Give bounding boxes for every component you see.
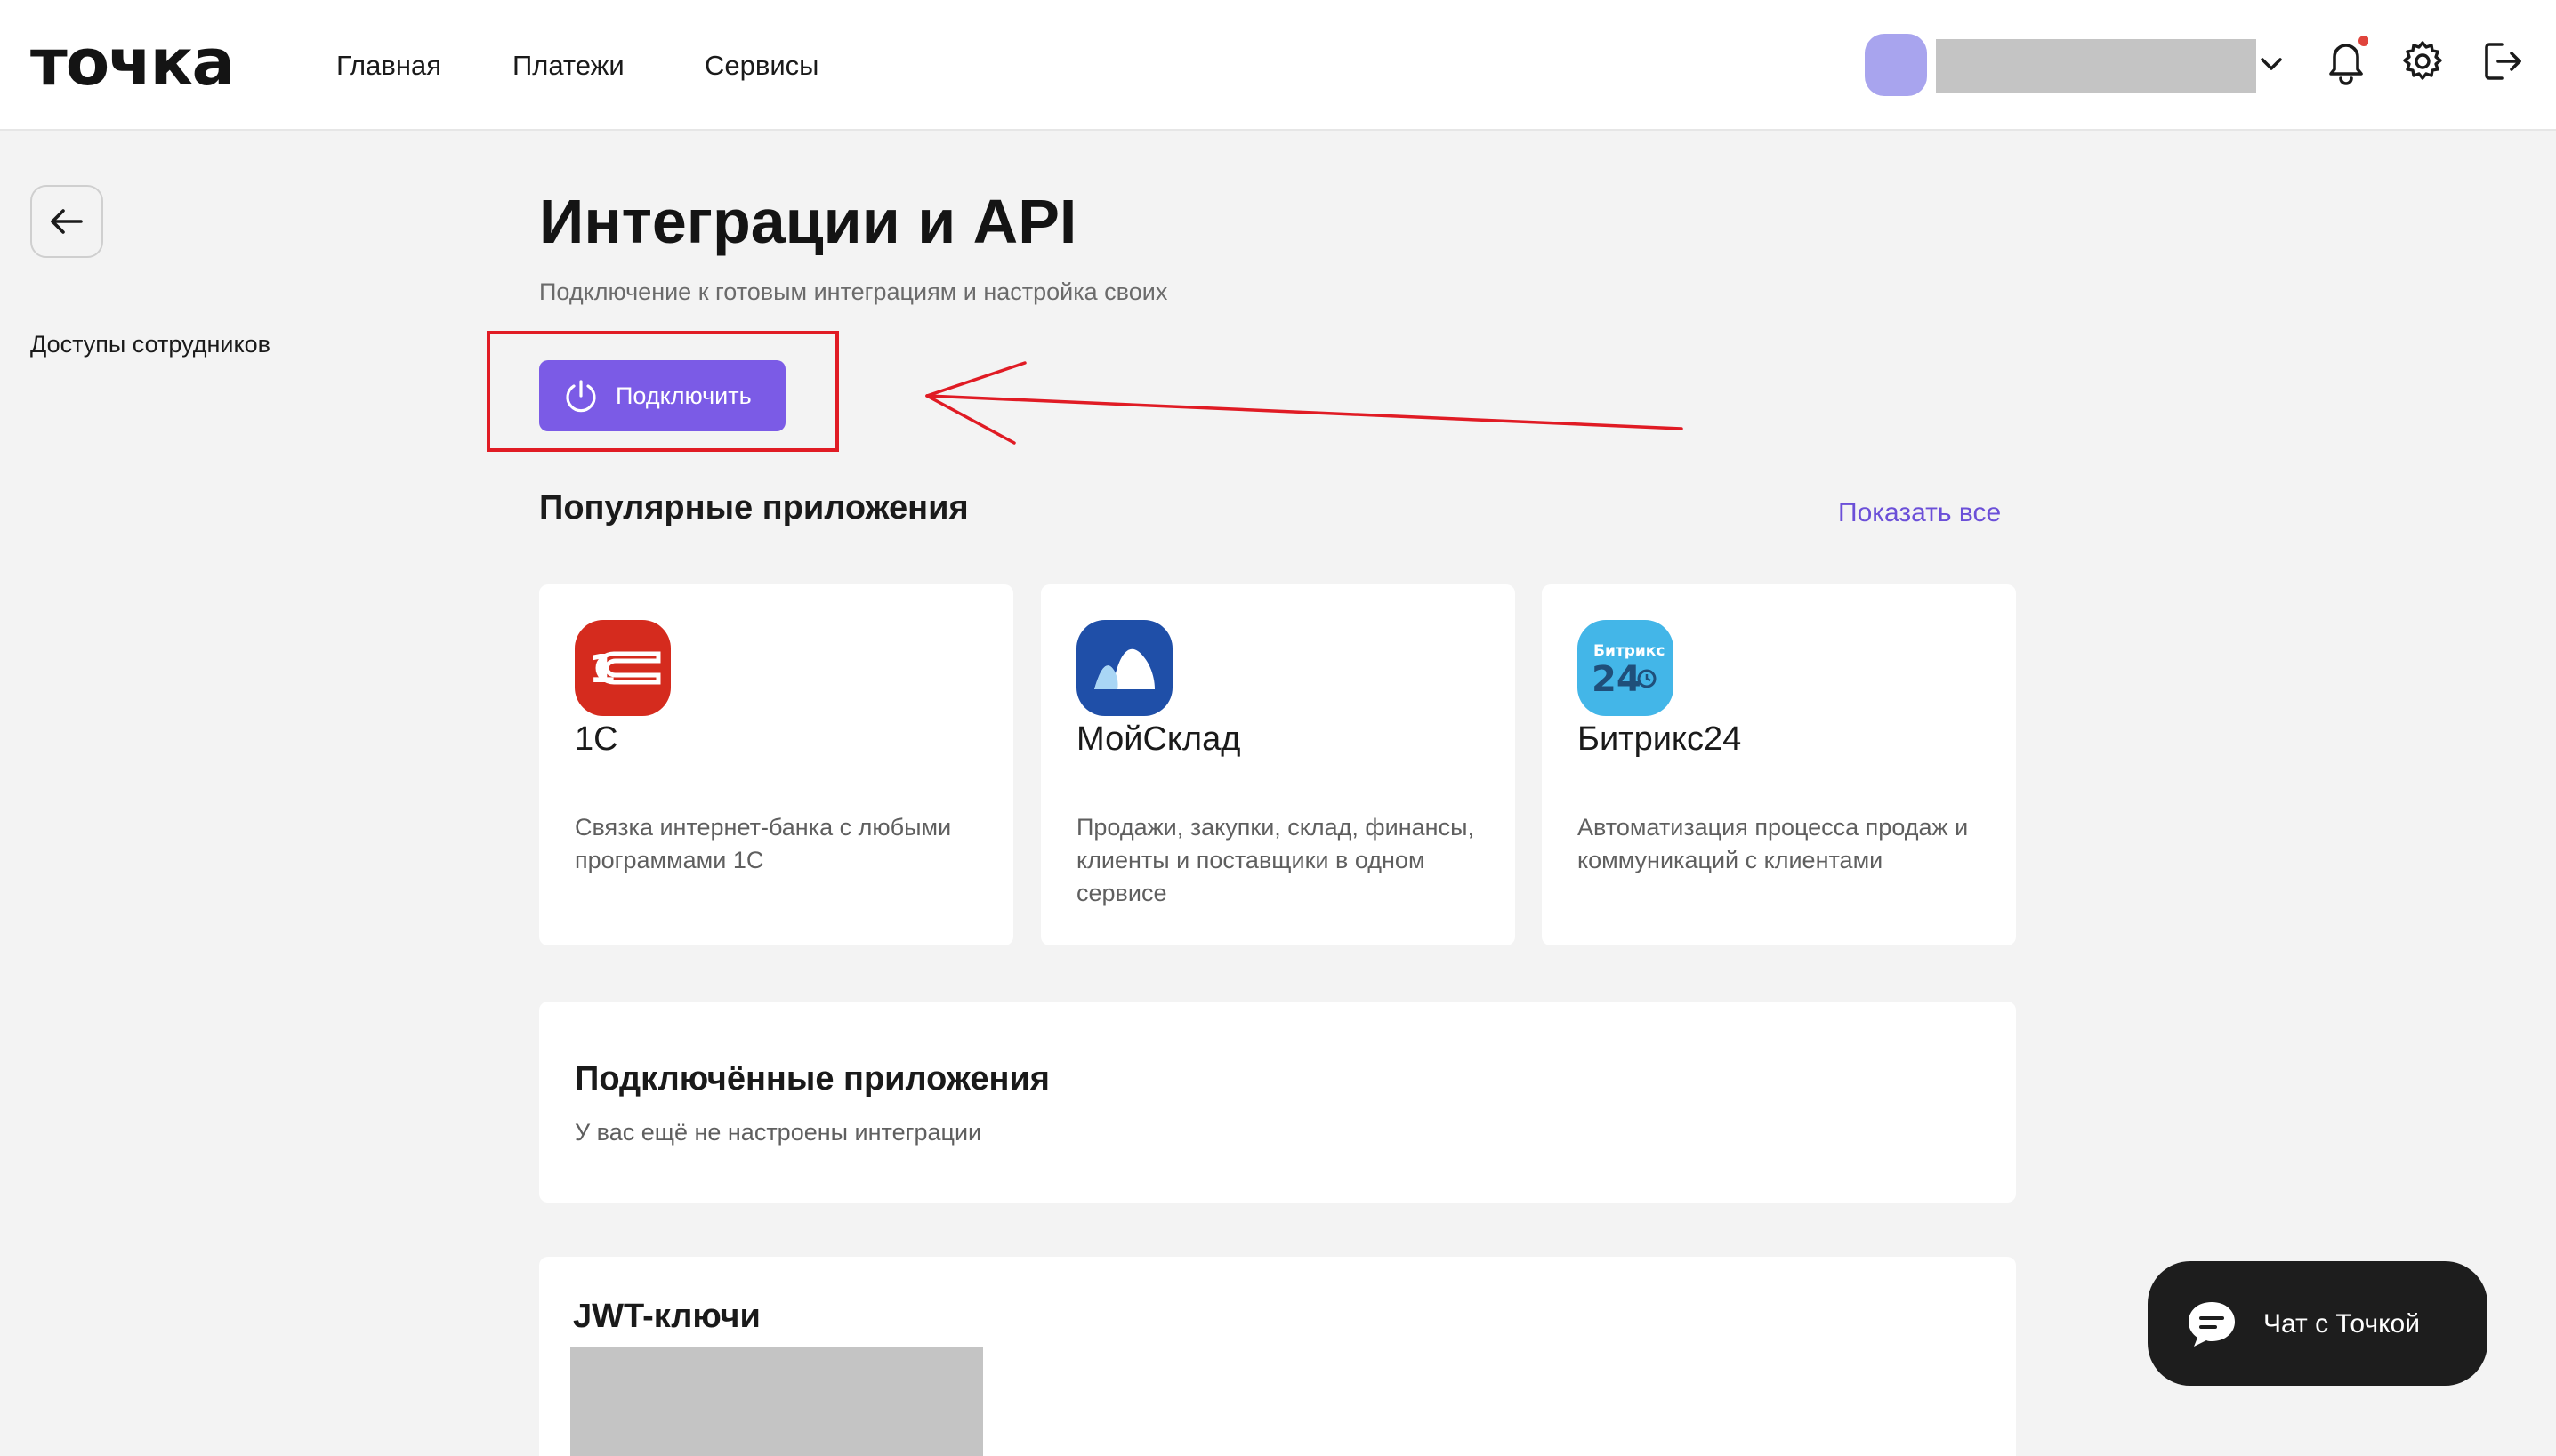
back-button[interactable] [30, 185, 103, 258]
app-card-moysklad[interactable]: МойСклад Продажи, закупки, склад, финанс… [1041, 584, 1515, 945]
app-name: 1С [575, 720, 618, 758]
connected-apps-card: Подключённые приложения У вас ещё не нас… [539, 1002, 2016, 1203]
chat-bubble-icon [2189, 1302, 2235, 1347]
app-name: Битрикс24 [1577, 720, 1742, 758]
bell-icon[interactable] [2324, 36, 2368, 85]
logout-icon[interactable] [2482, 39, 2525, 84]
annotation-highlight-box [487, 331, 839, 452]
sidebar-item-employee-access[interactable]: Доступы сотрудников [30, 329, 270, 359]
gear-icon[interactable] [2400, 39, 2445, 84]
moysklad-logo-icon [1076, 620, 1173, 716]
bitrix-logo-text-top: Битрикс [1593, 642, 1665, 660]
arrow-left-icon [51, 209, 83, 234]
app-name: МойСклад [1076, 720, 1241, 758]
top-header: точка Главная Платежи Сервисы [0, 0, 2556, 131]
nav-home[interactable]: Главная [336, 50, 441, 82]
connected-apps-empty-text: У вас ещё не настроены интеграции [575, 1119, 982, 1146]
chevron-down-icon[interactable] [2258, 55, 2285, 73]
tochka-logo[interactable]: точка [30, 27, 235, 98]
nav-services[interactable]: Сервисы [705, 50, 818, 82]
bitrix-logo-text-bottom: 24 [1592, 659, 1641, 700]
chat-button-label: Чат с Точкой [2263, 1309, 2420, 1339]
chat-button[interactable]: Чат с Точкой [2148, 1261, 2487, 1386]
bitrix24-logo-icon: Битрикс 24 [1577, 620, 1673, 716]
jwt-key-redacted [570, 1347, 983, 1456]
annotation-arrow [925, 361, 1683, 445]
app-card-1c[interactable]: 1 1С Связка интернет-банка с любыми прог… [539, 584, 1013, 945]
avatar[interactable] [1865, 34, 1927, 96]
account-name-redacted[interactable] [1936, 39, 2256, 93]
jwt-keys-card: JWT-ключи [539, 1257, 2016, 1456]
nav-payments[interactable]: Платежи [512, 50, 625, 82]
show-all-link[interactable]: Показать все [1838, 496, 2001, 530]
page-title: Интеграции и API [539, 187, 1077, 256]
app-description: Связка интернет-банка с любыми программа… [575, 814, 952, 873]
app-card-bitrix24[interactable]: Битрикс 24 Битрикс24 Автоматизация проце… [1542, 584, 2016, 945]
1c-logo-icon: 1 [575, 620, 671, 716]
page-subtitle: Подключение к готовым интеграциям и наст… [539, 278, 1168, 305]
popular-apps-title: Популярные приложения [539, 489, 969, 527]
connected-apps-title: Подключённые приложения [575, 1060, 1050, 1098]
app-description: Автоматизация процесса продаж и коммуник… [1577, 814, 1969, 873]
app-description: Продажи, закупки, склад, финансы, клиент… [1076, 814, 1474, 906]
jwt-keys-title: JWT-ключи [573, 1298, 761, 1335]
